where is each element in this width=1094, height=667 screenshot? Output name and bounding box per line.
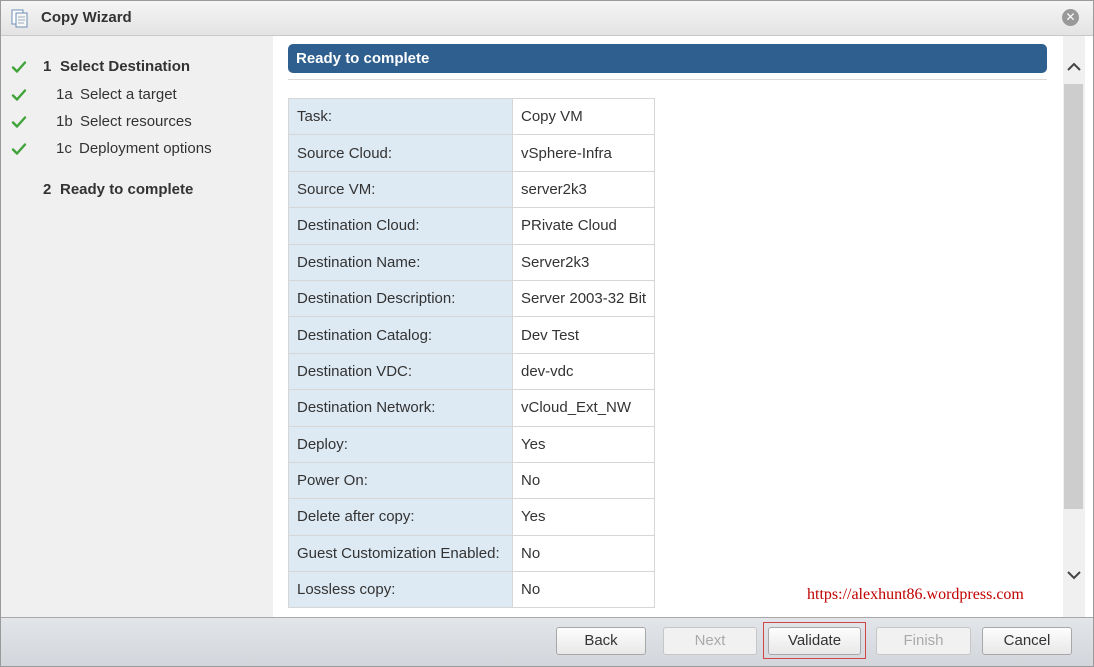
summary-value: vCloud_Ext_NW	[511, 389, 656, 427]
table-row: Destination Network: vCloud_Ext_NW	[288, 389, 656, 427]
nav-step-select-target[interactable]: 1a Select a target	[1, 86, 273, 106]
summary-value: Yes	[511, 498, 656, 536]
table-row: Task: Copy VM	[288, 97, 656, 136]
table-row: Delete after copy: Yes	[288, 498, 656, 536]
summary-key: Task:	[288, 97, 513, 136]
copy-document-icon	[11, 9, 28, 28]
summary-value: Server2k3	[511, 243, 656, 281]
summary-value: Dev Test	[511, 316, 656, 354]
summary-value: PRivate Cloud	[511, 207, 656, 245]
table-row: Source Cloud: vSphere-Infra	[288, 134, 656, 172]
summary-value: No	[511, 571, 656, 609]
summary-key: Delete after copy:	[288, 498, 513, 536]
section-header: Ready to complete	[288, 44, 1047, 73]
summary-key: Guest Customization Enabled:	[288, 534, 513, 573]
watermark-url: https://alexhunt86.wordpress.com	[807, 586, 1024, 603]
back-button[interactable]: Back	[556, 627, 646, 655]
cancel-button[interactable]: Cancel	[982, 627, 1072, 655]
footer-button-bar: Back Next Validate Finish Cancel	[1, 617, 1093, 666]
window-title: Copy Wizard	[41, 9, 132, 26]
step-label: Select resources	[80, 113, 192, 130]
nav-step-deployment-options[interactable]: 1c Deployment options	[1, 140, 273, 160]
summary-key: Lossless copy:	[288, 571, 513, 609]
summary-value: Server 2003-32 Bit	[511, 279, 656, 318]
step-number: 1b	[56, 113, 73, 130]
title-bar: Copy Wizard ✕	[1, 1, 1093, 36]
vertical-scrollbar[interactable]	[1063, 36, 1085, 617]
divider	[288, 79, 1047, 80]
checkmark-icon	[11, 116, 27, 128]
nav-step-select-destination[interactable]: 1 Select Destination	[1, 58, 273, 78]
step-number: 1	[43, 58, 52, 75]
table-row: Destination VDC: dev-vdc	[288, 352, 656, 391]
step-number: 2	[43, 181, 52, 198]
summary-key: Source VM:	[288, 170, 513, 209]
summary-key: Destination Catalog:	[288, 316, 513, 354]
table-row: Source VM: server2k3	[288, 170, 656, 209]
step-label: Deployment options	[79, 140, 212, 157]
summary-key: Destination Cloud:	[288, 207, 513, 245]
checkmark-icon	[11, 61, 27, 73]
step-number: 1c	[56, 140, 72, 157]
summary-key: Destination Name:	[288, 243, 513, 281]
step-label: Select Destination	[60, 58, 191, 75]
table-row: Destination Catalog: Dev Test	[288, 316, 656, 354]
checkmark-icon	[11, 143, 27, 155]
summary-value: vSphere-Infra	[511, 134, 656, 172]
wizard-steps-nav: 1 Select Destination 1a Select a target …	[1, 36, 273, 617]
summary-value: dev-vdc	[511, 352, 656, 391]
nav-step-ready-to-complete[interactable]: 2 Ready to complete	[1, 181, 273, 201]
table-row: Deploy: Yes	[288, 425, 656, 463]
chevron-up-icon[interactable]	[1065, 58, 1083, 76]
scrollbar-thumb[interactable]	[1064, 84, 1083, 509]
content-panel: Ready to complete Task: Copy VM Source Clo…	[274, 36, 1061, 617]
summary-key: Destination Network:	[288, 389, 513, 427]
summary-key: Deploy:	[288, 425, 513, 463]
step-number: 1a	[56, 86, 73, 103]
table-row: Power On: No	[288, 461, 656, 500]
summary-table: Task: Copy VM Source Cloud: vSphere-Infra So…	[288, 97, 656, 609]
summary-value: No	[511, 534, 656, 573]
nav-step-select-resources[interactable]: 1b Select resources	[1, 113, 273, 133]
next-button[interactable]: Next	[663, 627, 757, 655]
step-label: Ready to complete	[60, 181, 194, 198]
summary-key: Destination VDC:	[288, 352, 513, 391]
summary-value: server2k3	[511, 170, 656, 209]
summary-key: Destination Description:	[288, 279, 513, 318]
summary-value: No	[511, 461, 656, 500]
checkmark-icon	[11, 89, 27, 101]
validate-button[interactable]: Validate	[768, 627, 861, 655]
finish-button[interactable]: Finish	[876, 627, 971, 655]
copy-wizard-dialog: Copy Wizard ✕ 1 Select Destination 1a Se…	[0, 0, 1094, 667]
table-row: Destination Description: Server 2003-32 B…	[288, 279, 656, 318]
close-icon[interactable]: ✕	[1062, 9, 1079, 26]
summary-value: Yes	[511, 425, 656, 463]
step-label: Select a target	[80, 86, 177, 103]
table-row: Destination Name: Server2k3	[288, 243, 656, 281]
table-row: Guest Customization Enabled: No	[288, 534, 656, 573]
chevron-down-icon[interactable]	[1065, 566, 1083, 584]
summary-key: Source Cloud:	[288, 134, 513, 172]
table-row: Lossless copy: No	[288, 571, 656, 609]
table-row: Destination Cloud: PRivate Cloud	[288, 207, 656, 245]
summary-key: Power On:	[288, 461, 513, 500]
summary-value: Copy VM	[511, 97, 656, 136]
